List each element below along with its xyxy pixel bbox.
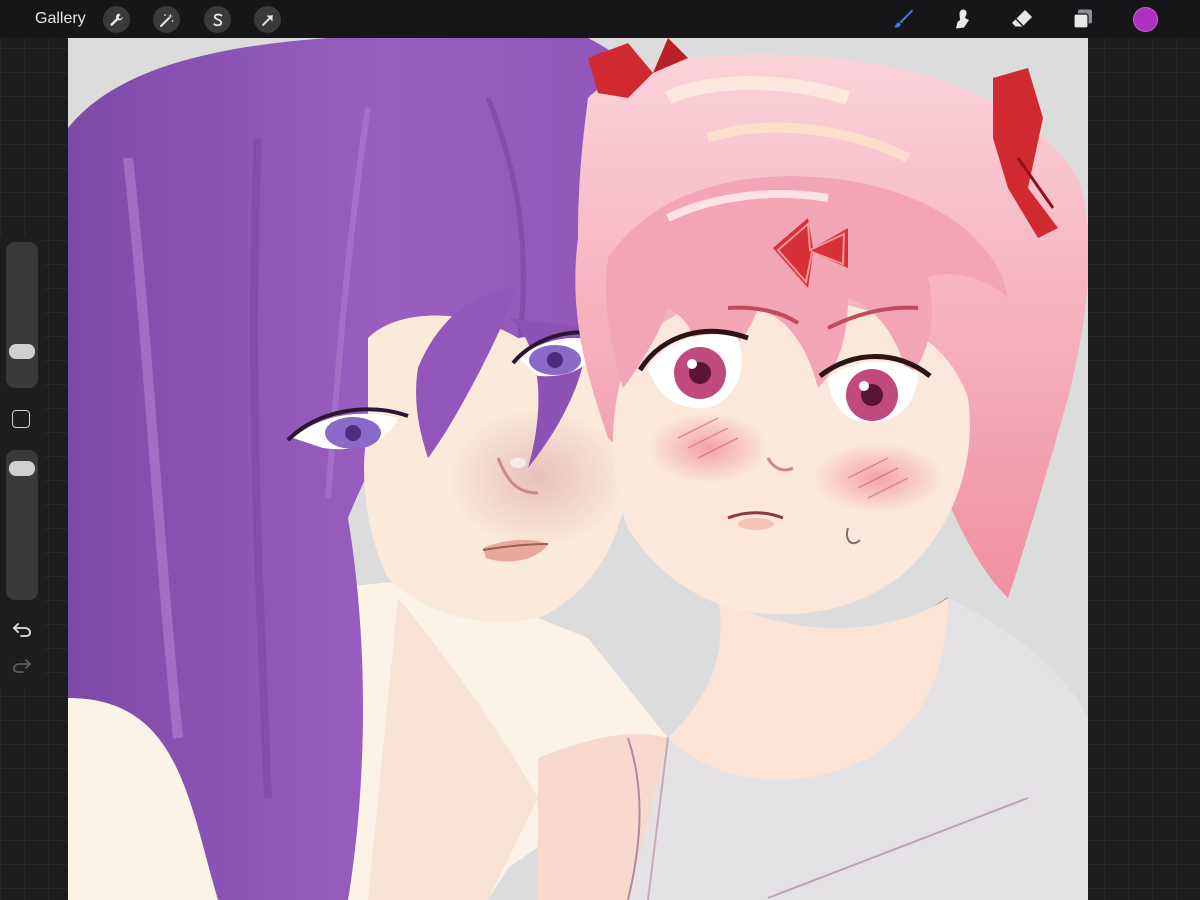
wrench-icon	[109, 13, 123, 26]
eraser-icon	[1012, 10, 1032, 27]
redo-icon	[13, 659, 32, 673]
selection-button[interactable]	[204, 6, 231, 33]
smudge-icon	[956, 9, 969, 29]
opacity-slider[interactable]	[6, 450, 38, 600]
drawing-canvas[interactable]	[68, 38, 1088, 900]
undo-icon	[12, 623, 31, 637]
magic-wand-icon	[159, 13, 173, 27]
left-sidebar	[0, 236, 44, 688]
artwork-illustration	[68, 38, 1088, 900]
color-picker[interactable]	[1133, 7, 1158, 32]
eraser-tool[interactable]	[1008, 5, 1036, 33]
actions-button[interactable]	[103, 6, 130, 33]
brush-tool[interactable]	[889, 5, 917, 33]
layers-icon	[1073, 9, 1092, 29]
opacity-knob[interactable]	[9, 461, 35, 476]
redo-button[interactable]	[11, 654, 33, 676]
layers-tool[interactable]	[1069, 5, 1097, 33]
brush-size-slider[interactable]	[6, 242, 38, 388]
brush-icon	[894, 9, 913, 28]
smudge-tool[interactable]	[948, 5, 976, 33]
brush-size-knob[interactable]	[9, 344, 35, 359]
undo-button[interactable]	[11, 618, 33, 640]
modify-button[interactable]	[12, 410, 30, 428]
adjustments-button[interactable]	[153, 6, 180, 33]
gallery-button[interactable]: Gallery	[35, 0, 86, 38]
top-toolbar: Gallery	[0, 0, 1200, 38]
transform-arrow-icon	[261, 14, 273, 26]
transform-button[interactable]	[254, 6, 281, 33]
selection-s-icon	[212, 13, 222, 26]
